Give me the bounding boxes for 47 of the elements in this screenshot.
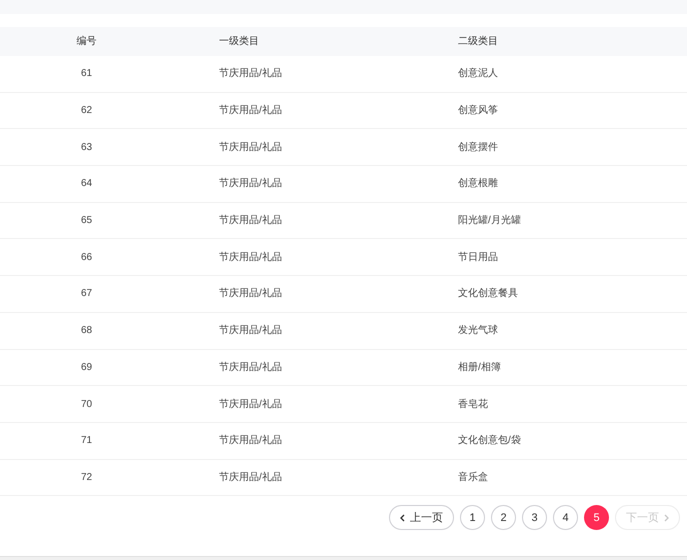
table-cell-text: 节庆用品/礼品 bbox=[218, 140, 283, 155]
page-button[interactable]: 2 bbox=[491, 505, 516, 530]
table-cell-text: 相册/相簿 bbox=[457, 360, 502, 375]
table-cell-text: 67 bbox=[80, 287, 92, 302]
table-cell-text: 节庆用品/礼品 bbox=[218, 324, 283, 338]
table-cell-text: 创意摆件 bbox=[457, 140, 499, 155]
table-cell-text: 创意风筝 bbox=[457, 104, 499, 118]
table-cell-text: 节庆用品/礼品 bbox=[218, 434, 283, 448]
table-cell-text: 节庆用品/礼品 bbox=[218, 398, 283, 412]
table-cell-text: 节庆用品/礼品 bbox=[218, 286, 283, 302]
table-cell-text: 61 bbox=[80, 67, 92, 82]
column-header: 一级类目 bbox=[218, 34, 260, 49]
table-cell-text: 66 bbox=[80, 250, 92, 265]
table-cell-text: 香皂花 bbox=[457, 398, 489, 412]
page-button[interactable]: 3 bbox=[522, 505, 547, 530]
caret-icon bbox=[664, 514, 669, 522]
table-cell-text: 节庆用品/礼品 bbox=[218, 250, 283, 265]
page-button[interactable]: 5 bbox=[584, 505, 609, 530]
table-cell-text: 阳光罐/月光罐 bbox=[457, 214, 522, 228]
table-cell-text: 文化创意包/袋 bbox=[457, 434, 522, 448]
table-cell-text: 65 bbox=[80, 214, 92, 228]
table-cell-text: 节日用品 bbox=[457, 250, 499, 265]
page-button[interactable]: 4 bbox=[553, 505, 578, 530]
table-cell-text: 71 bbox=[80, 434, 92, 448]
table-cell-text: 70 bbox=[80, 398, 92, 412]
table-cell-text: 节庆用品/礼品 bbox=[218, 104, 283, 118]
table-cell-text: 节庆用品/礼品 bbox=[218, 470, 283, 485]
table-cell-text: 节庆用品/礼品 bbox=[218, 360, 283, 375]
table-cell-text: 节庆用品/礼品 bbox=[218, 214, 283, 228]
table-cell-text: 节庆用品/礼品 bbox=[218, 66, 283, 82]
column-header: 二级类目 bbox=[457, 34, 499, 49]
table-cell-text: 发光气球 bbox=[457, 324, 499, 338]
table-cell-text: 64 bbox=[80, 177, 92, 192]
caret-icon bbox=[400, 514, 405, 522]
table-cell-text: 68 bbox=[80, 324, 92, 338]
table-cell-text: 文化创意餐具 bbox=[457, 286, 519, 302]
table-cell-text: 创意根雕 bbox=[457, 176, 499, 192]
table-cell-text: 节庆用品/礼品 bbox=[218, 176, 283, 192]
table-cell-text: 创意泥人 bbox=[457, 66, 499, 82]
page-button[interactable]: 1 bbox=[460, 505, 485, 530]
column-header: 编号 bbox=[76, 34, 96, 49]
table-cell-text: 62 bbox=[80, 104, 92, 118]
table-cell-text: 音乐盒 bbox=[457, 470, 489, 485]
table-cell-text: 72 bbox=[80, 470, 92, 485]
table-cell-text: 69 bbox=[80, 360, 92, 375]
table-cell-text: 63 bbox=[80, 140, 92, 155]
previous-page-button[interactable]: 上一页 bbox=[389, 505, 454, 530]
